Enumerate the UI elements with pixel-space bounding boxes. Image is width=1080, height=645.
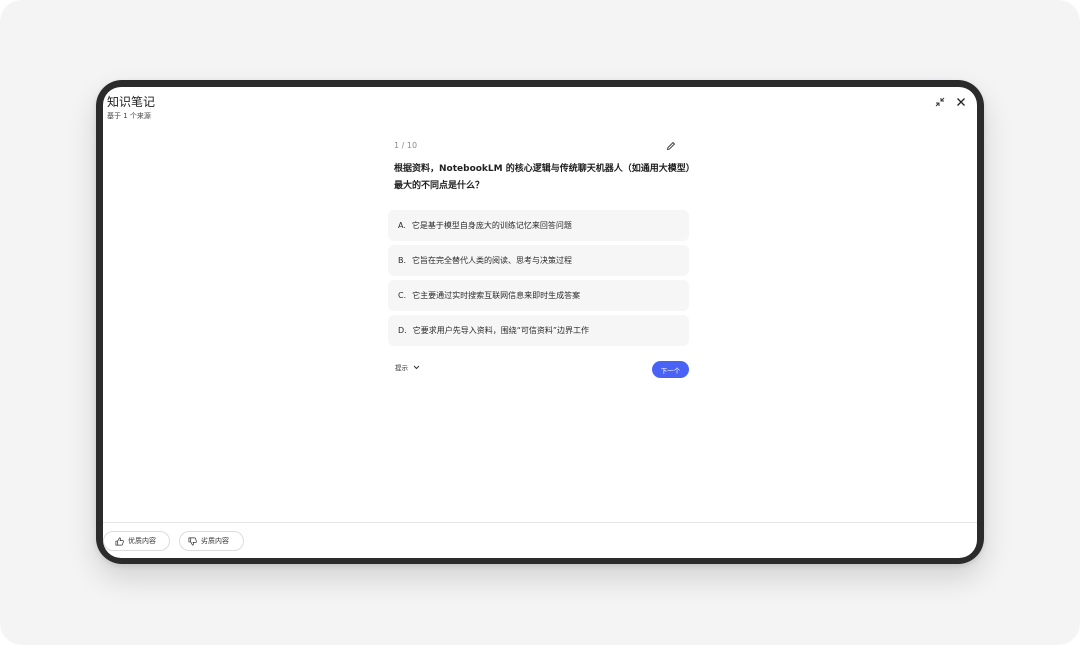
option-text: 它主要通过实时搜索互联网信息来即时生成答案: [412, 291, 581, 300]
option-text: 它要求用户先导入资料，围绕“可信资料”边界工作: [412, 326, 589, 335]
option-text: 它旨在完全替代人类的阅读、思考与决策过程: [412, 256, 573, 265]
option-letter: D.: [398, 326, 407, 335]
quiz-question: 根据资料，NotebookLM 的核心逻辑与传统聊天机器人（如通用大模型）最大的…: [394, 164, 691, 191]
next-button[interactable]: 下一个: [652, 361, 689, 378]
pencil-icon[interactable]: [664, 139, 678, 153]
dialog-title: 知识笔记: [107, 95, 156, 109]
option-letter: B.: [398, 256, 407, 265]
chevron-down-icon: [413, 365, 420, 370]
good-content-button[interactable]: 优质内容: [103, 531, 170, 551]
thumbs-up-icon: [115, 537, 124, 546]
collapse-icon[interactable]: [932, 94, 948, 110]
dialog-subtitle: 基于 1 个来源: [107, 112, 151, 120]
option-letter: A.: [398, 221, 406, 230]
good-content-label: 优质内容: [128, 537, 156, 545]
option-d[interactable]: D. 它要求用户先导入资料，围绕“可信资料”边界工作: [388, 315, 689, 346]
bad-content-label: 劣质内容: [201, 537, 229, 545]
answer-options: A. 它是基于模型自身庞大的训练记忆来回答问题 B. 它旨在完全替代人类的阅读、…: [388, 210, 689, 350]
thumbs-down-icon: [188, 537, 197, 546]
close-icon[interactable]: [953, 94, 969, 110]
option-b[interactable]: B. 它旨在完全替代人类的阅读、思考与决策过程: [388, 245, 689, 276]
option-text: 它是基于模型自身庞大的训练记忆来回答问题: [411, 221, 572, 230]
quiz-progress: 1 / 10: [394, 141, 418, 150]
option-c[interactable]: C. 它主要通过实时搜索互联网信息来即时生成答案: [388, 280, 689, 311]
option-a[interactable]: A. 它是基于模型自身庞大的训练记忆来回答问题: [388, 210, 689, 241]
option-letter: C.: [398, 291, 407, 300]
hint-label: 提示: [395, 364, 408, 372]
notes-dialog: 知识笔记 基于 1 个来源 1 / 10 根据资料，NotebookLM 的核心…: [103, 87, 977, 558]
hint-toggle[interactable]: 提示: [395, 362, 420, 372]
footer-divider: [103, 522, 977, 523]
bad-content-button[interactable]: 劣质内容: [179, 531, 244, 551]
